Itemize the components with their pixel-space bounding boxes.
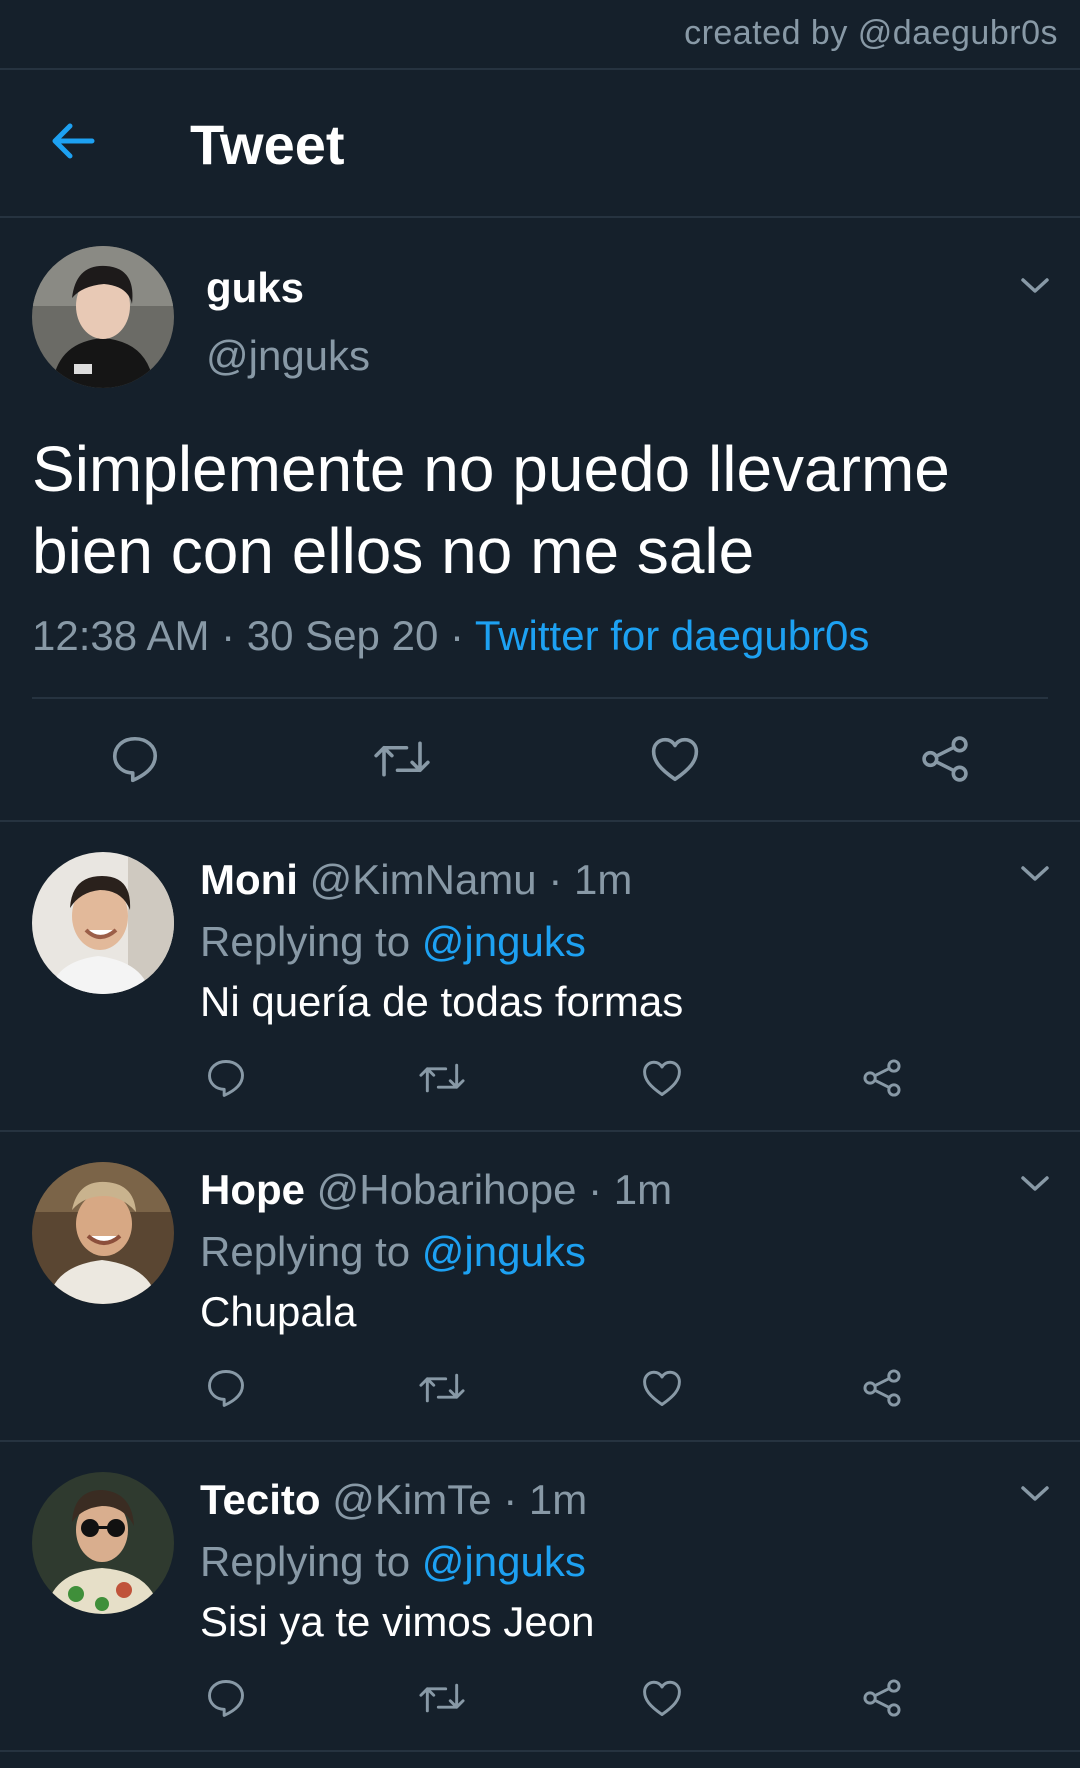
reply-header: Hope @Hobarihope · 1m (200, 1166, 672, 1214)
reply-age: 1m (613, 1166, 673, 1213)
mention-link[interactable]: @jnguks (422, 1538, 586, 1585)
meta-separator: · (588, 1166, 614, 1213)
tweet-text: Simplemente no puedo llevarme bien con e… (32, 433, 950, 587)
chevron-down-icon[interactable] (1018, 862, 1052, 884)
reply-text: Ni quería de todas formas (200, 978, 684, 1025)
chevron-down-icon[interactable] (1018, 1482, 1052, 1504)
reply-author-handle[interactable]: @KimNamu (310, 856, 537, 903)
reply-age: 1m (528, 1476, 588, 1523)
replying-prefix: Replying to (200, 1538, 411, 1585)
reply-icon[interactable] (204, 1676, 248, 1725)
chevron-down-icon[interactable] (1018, 274, 1052, 296)
reply-icon[interactable] (204, 1056, 248, 1105)
like-icon[interactable] (640, 1366, 684, 1415)
reply-tweet[interactable]: Hope @Hobarihope · 1m Replying to @jnguk… (0, 1132, 1080, 1442)
avatar[interactable] (32, 1472, 174, 1614)
reply-age: 1m (573, 856, 633, 903)
replying-to: Replying to @jnguks (200, 918, 586, 966)
avatar[interactable] (32, 1162, 174, 1304)
retweet-icon[interactable] (418, 1366, 466, 1415)
divider (32, 697, 1048, 699)
like-icon[interactable] (648, 732, 702, 791)
meta-separator: · (221, 612, 247, 659)
share-icon[interactable] (860, 1056, 904, 1105)
divider (0, 1750, 1080, 1752)
reply-author-handle[interactable]: @Hobarihope (317, 1166, 577, 1213)
creator-credit: created by @daegubr0s (684, 14, 1058, 52)
mention-link[interactable]: @jnguks (422, 918, 586, 965)
retweet-icon[interactable] (418, 1676, 466, 1725)
back-arrow-icon[interactable] (48, 116, 98, 166)
reply-author-handle[interactable]: @KimTe (332, 1476, 491, 1523)
reply-author-name[interactable]: Moni (200, 856, 298, 903)
reply-author-name[interactable]: Hope (200, 1166, 305, 1213)
replying-prefix: Replying to (200, 918, 411, 965)
retweet-icon[interactable] (372, 732, 432, 791)
author-handle[interactable]: @jnguks (206, 332, 370, 380)
replying-to: Replying to @jnguks (200, 1538, 586, 1586)
author-name[interactable]: guks (206, 264, 304, 312)
tweet-source-link[interactable]: Twitter for daegubr0s (475, 612, 870, 659)
chevron-down-icon[interactable] (1018, 1172, 1052, 1194)
reply-tweet[interactable]: Tecito @KimTe · 1m Replying to @jnguks S… (0, 1442, 1080, 1752)
replying-to: Replying to @jnguks (200, 1228, 586, 1276)
retweet-icon[interactable] (418, 1056, 466, 1105)
top-bar: Tweet (0, 70, 1080, 216)
share-icon[interactable] (918, 732, 972, 791)
avatar[interactable] (32, 852, 174, 994)
like-icon[interactable] (640, 1056, 684, 1105)
page-title: Tweet (190, 113, 345, 176)
tweet-date: 30 Sep 20 (246, 612, 439, 659)
reply-icon[interactable] (108, 732, 162, 791)
tweet-time: 12:38 AM (32, 612, 210, 659)
mention-link[interactable]: @jnguks (422, 1228, 586, 1275)
tweet-meta: 12:38 AM · 30 Sep 20 · Twitter for daegu… (32, 612, 869, 660)
reply-author-name[interactable]: Tecito (200, 1476, 321, 1523)
reply-icon[interactable] (204, 1366, 248, 1415)
share-icon[interactable] (860, 1366, 904, 1415)
reply-header: Moni @KimNamu · 1m (200, 856, 632, 904)
reply-tweet[interactable]: Moni @KimNamu · 1m Replying to @jnguks N… (0, 822, 1080, 1132)
divider (0, 216, 1080, 218)
replying-prefix: Replying to (200, 1228, 411, 1275)
meta-separator: · (548, 856, 574, 903)
meta-separator: · (449, 612, 475, 659)
avatar[interactable] (32, 246, 174, 388)
reply-text: Sisi ya te vimos Jeon (200, 1598, 595, 1645)
reply-header: Tecito @KimTe · 1m (200, 1476, 587, 1524)
like-icon[interactable] (640, 1676, 684, 1725)
reply-text: Chupala (200, 1288, 357, 1335)
meta-separator: · (503, 1476, 529, 1523)
share-icon[interactable] (860, 1676, 904, 1725)
